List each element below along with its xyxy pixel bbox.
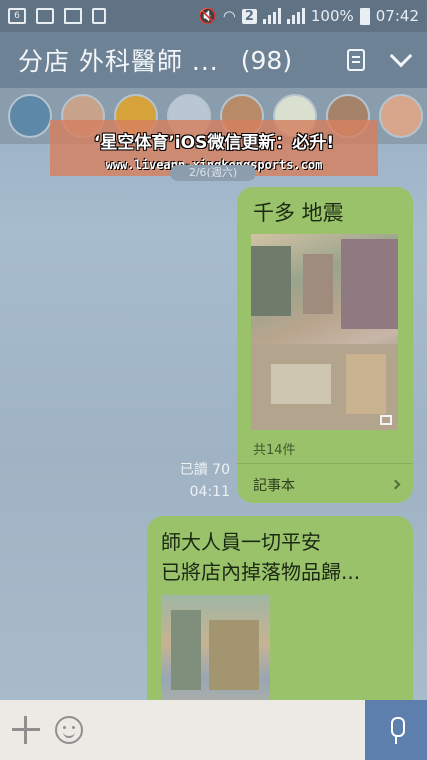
message-photo[interactable] bbox=[161, 595, 270, 716]
input-bar bbox=[0, 700, 427, 760]
wifi-icon: ◠ bbox=[222, 7, 236, 25]
image-icon bbox=[380, 415, 392, 425]
mail-icon bbox=[64, 8, 82, 24]
sim-badge: 2 bbox=[241, 8, 257, 24]
album-link[interactable]: 記事本 bbox=[253, 475, 295, 495]
calendar-icon: 6 bbox=[8, 8, 26, 24]
date-separator: 2/6(週六) bbox=[170, 165, 256, 181]
battery-icon bbox=[359, 7, 370, 25]
microphone-button[interactable] bbox=[365, 700, 427, 760]
battery-percent: 100% bbox=[310, 7, 354, 25]
chevron-right-icon bbox=[390, 479, 401, 490]
gallery-icon bbox=[36, 8, 54, 24]
calendar-day: 6 bbox=[14, 11, 20, 21]
mute-icon: 🔇 bbox=[198, 7, 217, 25]
watermark-title: ‘星空体育’iOS微信更新：必升! bbox=[93, 133, 335, 153]
album-count: 共14件 bbox=[253, 443, 296, 458]
avatar[interactable] bbox=[379, 94, 423, 138]
message-text-line: 已將店內掉落物品歸... bbox=[161, 560, 361, 584]
member-count: (98) bbox=[240, 45, 293, 75]
signal-icon bbox=[262, 8, 281, 24]
chevron-down-icon[interactable] bbox=[389, 44, 413, 68]
plus-icon[interactable] bbox=[12, 716, 40, 744]
message-time: 04:11 bbox=[189, 484, 230, 500]
signal-icon-2 bbox=[286, 8, 305, 24]
document-icon bbox=[92, 8, 106, 24]
status-bar: 6 🔇 ◠ 2 100% 07:42 bbox=[0, 0, 427, 32]
message-bubble[interactable]: 師大人員一切平安 已將店內掉落物品歸... bbox=[147, 516, 413, 716]
clock: 07:42 bbox=[375, 7, 419, 25]
read-receipt: 已讀 70 bbox=[179, 462, 230, 478]
notes-icon[interactable] bbox=[347, 49, 365, 71]
message-text-line: 師大人員一切平安 bbox=[161, 530, 321, 554]
emoji-icon[interactable] bbox=[55, 716, 83, 744]
message-input[interactable] bbox=[95, 710, 360, 750]
divider bbox=[237, 463, 413, 464]
chat-title[interactable]: 分店 外科醫師 ... bbox=[18, 42, 219, 78]
message-bubble[interactable]: 千多 地震 共14件 記事本 bbox=[237, 187, 413, 503]
album-photo[interactable] bbox=[251, 234, 398, 430]
chat-header: 分店 外科醫師 ... (98) bbox=[0, 32, 427, 88]
avatar[interactable] bbox=[8, 94, 52, 138]
message-text: 千多 地震 bbox=[253, 201, 344, 225]
